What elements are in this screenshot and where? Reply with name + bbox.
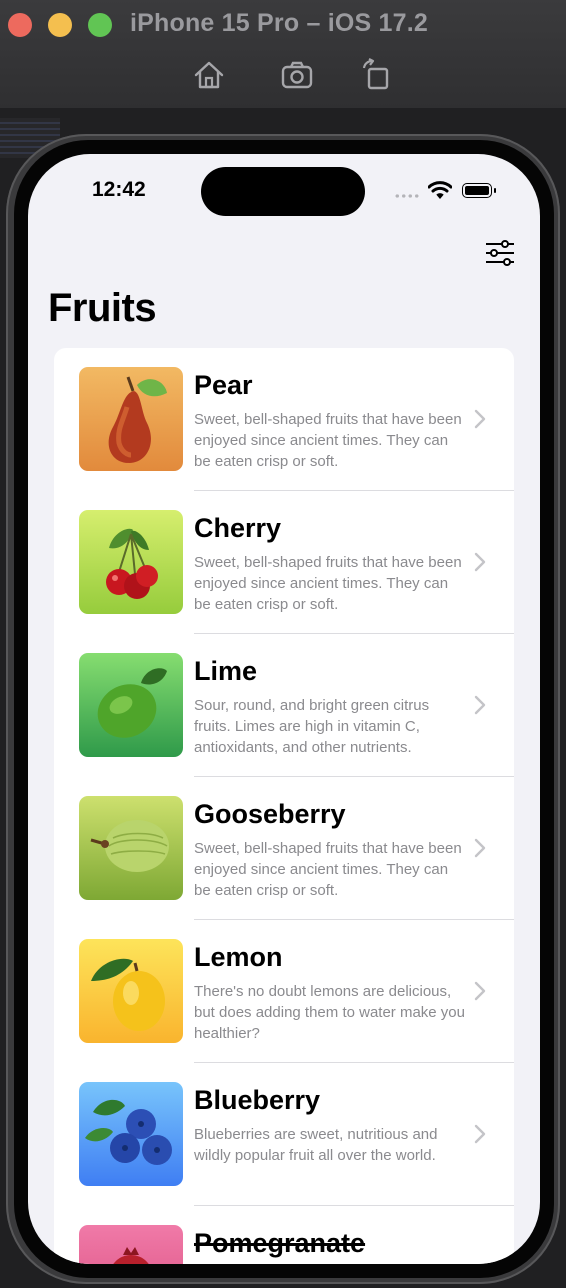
phone-screen: 12:42 Fruits Pear Sweet, bell-shaped fru…: [28, 154, 540, 1264]
fruit-name: Blueberry: [194, 1085, 321, 1115]
chevron-right-icon: [474, 981, 486, 1001]
fruit-description: Sweet, bell-shaped fruits that have been…: [194, 411, 462, 470]
minimize-window-button[interactable]: [48, 13, 72, 37]
fruit-description: There's no doubt lemons are delicious, b…: [194, 983, 465, 1042]
chevron-right-icon: [474, 695, 486, 715]
list-item-pomegranate[interactable]: Pomegranate: [54, 1206, 514, 1264]
battery-icon: [462, 183, 496, 198]
chevron-right-icon: [474, 409, 486, 429]
lemon-thumbnail: [79, 939, 183, 1043]
chevron-right-icon: [474, 1124, 486, 1144]
fruit-name: Lemon: [194, 942, 283, 972]
slider-filter-icon[interactable]: [483, 238, 517, 268]
status-time: 12:42: [92, 178, 146, 201]
screenshot-icon[interactable]: [280, 58, 314, 92]
fruit-list: Pear Sweet, bell-shaped fruits that have…: [54, 348, 514, 1264]
chevron-right-icon: [474, 838, 486, 858]
dynamic-island: [201, 167, 365, 216]
chevron-right-icon: [474, 552, 486, 572]
fruit-description: Blueberries are sweet, nutritious and wi…: [194, 1126, 438, 1164]
gooseberry-thumbnail: [79, 796, 183, 900]
pear-thumbnail: [79, 367, 183, 471]
fruit-name: Lime: [194, 656, 258, 686]
pomegranate-thumbnail: [79, 1225, 183, 1264]
maximize-window-button[interactable]: [88, 13, 112, 37]
simulator-toolbar: iPhone 15 Pro – iOS 17.2: [0, 0, 566, 109]
status-icons: [394, 180, 504, 202]
wifi-icon: [428, 181, 452, 199]
fruit-name: Pear: [194, 370, 253, 400]
list-item-lemon[interactable]: Lemon There's no doubt lemons are delici…: [54, 920, 514, 1063]
fruit-name: Cherry: [194, 513, 282, 543]
page-title: Fruits: [48, 286, 157, 330]
fruit-name: Pomegranate: [194, 1228, 366, 1258]
home-icon[interactable]: [192, 58, 226, 92]
lime-thumbnail: [79, 653, 183, 757]
cellular-signal-icon: [394, 194, 420, 198]
list-item-blueberry[interactable]: Blueberry Blueberries are sweet, nutriti…: [54, 1063, 514, 1206]
simulator-title: iPhone 15 Pro – iOS 17.2: [130, 9, 428, 37]
list-item-pear[interactable]: Pear Sweet, bell-shaped fruits that have…: [54, 348, 514, 491]
fruit-description: Sweet, bell-shaped fruits that have been…: [194, 840, 462, 899]
list-item-cherry[interactable]: Cherry Sweet, bell-shaped fruits that ha…: [54, 491, 514, 634]
list-item-lime[interactable]: Lime Sour, round, and bright green citru…: [54, 634, 514, 777]
fruit-name: Gooseberry: [194, 799, 346, 829]
close-window-button[interactable]: [8, 13, 32, 37]
fruit-description: Sweet, bell-shaped fruits that have been…: [194, 554, 462, 613]
cherry-thumbnail: [79, 510, 183, 614]
blueberry-thumbnail: [79, 1082, 183, 1186]
fruit-description: Sour, round, and bright green citrus fru…: [194, 697, 430, 756]
list-item-gooseberry[interactable]: Gooseberry Sweet, bell-shaped fruits tha…: [54, 777, 514, 920]
rotate-icon[interactable]: [360, 58, 394, 92]
